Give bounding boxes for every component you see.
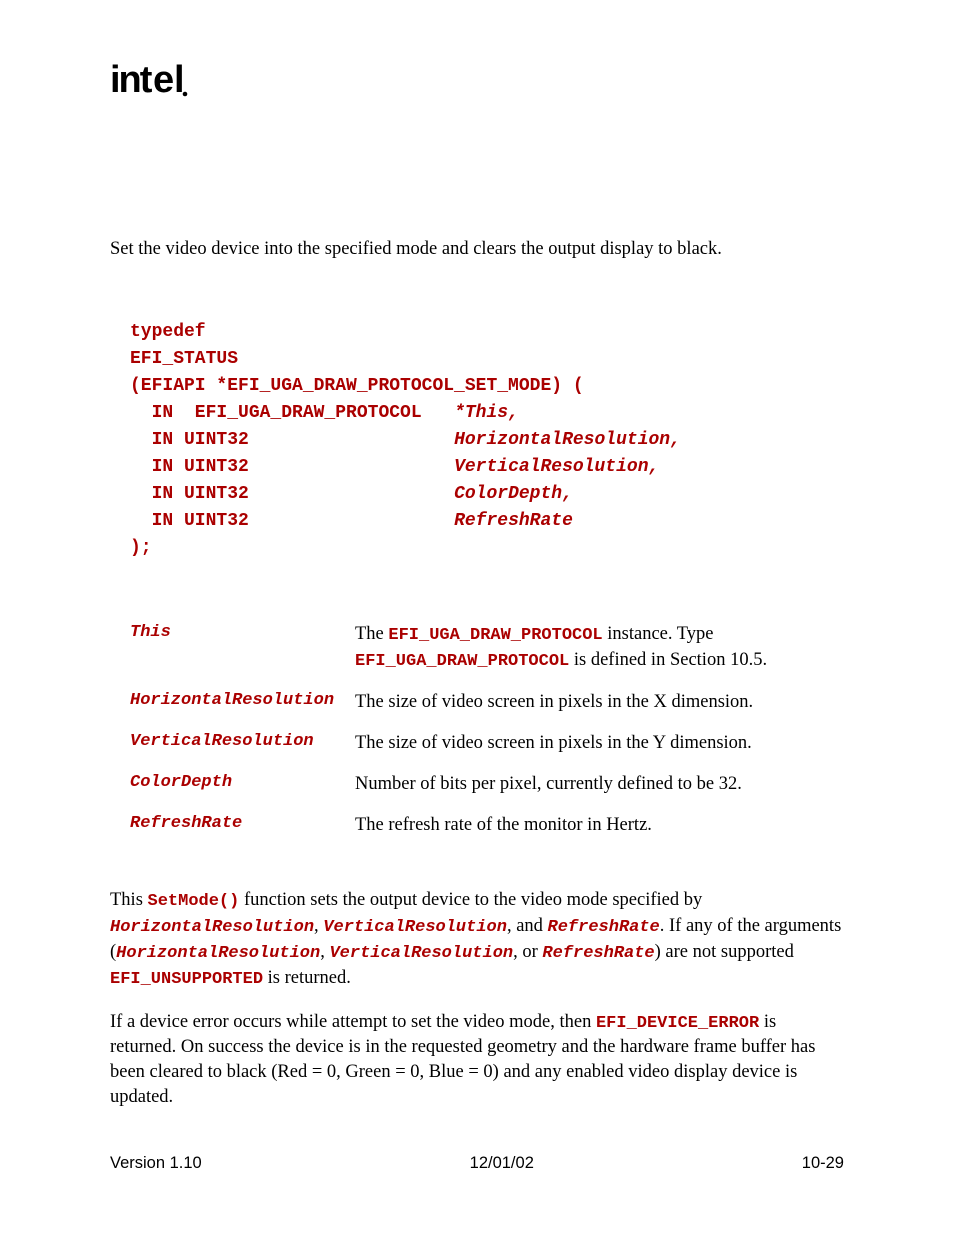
param-row: RefreshRate The refresh rate of the moni… bbox=[130, 813, 844, 838]
param-ref: HorizontalResolution bbox=[116, 944, 320, 963]
param-row: This The EFI_UGA_DRAW_PROTOCOL instance.… bbox=[130, 622, 844, 674]
intel-logo-svg: int e l bbox=[110, 60, 190, 102]
proto-arg: *This, bbox=[454, 403, 519, 423]
param-row: HorizontalResolution The size of video s… bbox=[130, 690, 844, 715]
proto-kw: IN UINT32 bbox=[130, 484, 454, 504]
code-ref: EFI_DEVICE_ERROR bbox=[596, 1014, 759, 1033]
proto-arg: ColorDepth, bbox=[454, 484, 573, 504]
param-name: This bbox=[130, 622, 355, 644]
parameters-block: This The EFI_UGA_DRAW_PROTOCOL instance.… bbox=[130, 622, 844, 838]
param-desc: The EFI_UGA_DRAW_PROTOCOL instance. Type… bbox=[355, 622, 844, 674]
param-name: VerticalResolution bbox=[130, 731, 355, 753]
proto-arg: VerticalResolution, bbox=[454, 457, 659, 477]
param-name: RefreshRate bbox=[130, 813, 355, 835]
proto-line: ); bbox=[130, 538, 152, 558]
code-ref: SetMode() bbox=[148, 892, 240, 911]
description-paragraph: This SetMode() function sets the output … bbox=[110, 888, 844, 992]
page: int e l Set the video device into the sp… bbox=[0, 0, 954, 1235]
description-paragraph: If a device error occurs while attempt t… bbox=[110, 1010, 844, 1111]
proto-kw: IN UINT32 bbox=[130, 430, 454, 450]
proto-arg: RefreshRate bbox=[454, 511, 573, 531]
svg-text:int: int bbox=[110, 60, 153, 101]
code-ref: EFI_UNSUPPORTED bbox=[110, 970, 263, 989]
param-name: HorizontalResolution bbox=[130, 690, 355, 712]
prototype-block: typedef EFI_STATUS (EFIAPI *EFI_UGA_DRAW… bbox=[130, 319, 844, 562]
svg-text:e: e bbox=[153, 60, 173, 101]
param-row: VerticalResolution The size of video scr… bbox=[130, 731, 844, 756]
code-ref: EFI_UGA_DRAW_PROTOCOL bbox=[388, 626, 602, 645]
proto-kw: IN UINT32 bbox=[130, 457, 454, 477]
proto-line: (EFIAPI *EFI_UGA_DRAW_PROTOCOL_SET_MODE)… bbox=[130, 376, 584, 396]
summary-text: Set the video device into the specified … bbox=[110, 237, 844, 261]
param-ref: VerticalResolution bbox=[329, 944, 513, 963]
footer-date: 12/01/02 bbox=[470, 1154, 534, 1173]
param-row: ColorDepth Number of bits per pixel, cur… bbox=[130, 772, 844, 797]
param-ref: RefreshRate bbox=[542, 944, 654, 963]
param-desc: The size of video screen in pixels in th… bbox=[355, 690, 844, 715]
footer-page-number: 10-29 bbox=[802, 1154, 844, 1173]
param-ref: HorizontalResolution bbox=[110, 918, 314, 937]
param-ref: RefreshRate bbox=[548, 918, 660, 937]
param-ref: VerticalResolution bbox=[323, 918, 507, 937]
proto-line: typedef bbox=[130, 322, 206, 342]
proto-kw: IN UINT32 bbox=[130, 511, 454, 531]
param-name: ColorDepth bbox=[130, 772, 355, 794]
code-ref: EFI_UGA_DRAW_PROTOCOL bbox=[355, 652, 569, 671]
param-desc: Number of bits per pixel, currently defi… bbox=[355, 772, 844, 797]
proto-arg: HorizontalResolution, bbox=[454, 430, 681, 450]
param-desc: The size of video screen in pixels in th… bbox=[355, 731, 844, 756]
content: Set the video device into the specified … bbox=[110, 237, 844, 1110]
proto-kw: IN EFI_UGA_DRAW_PROTOCOL bbox=[130, 403, 454, 423]
svg-text:l: l bbox=[174, 60, 183, 101]
param-desc: The refresh rate of the monitor in Hertz… bbox=[355, 813, 844, 838]
footer-version: Version 1.10 bbox=[110, 1154, 202, 1173]
description-block: This SetMode() function sets the output … bbox=[110, 888, 844, 1111]
page-footer: Version 1.10 12/01/02 10-29 bbox=[110, 1154, 844, 1173]
intel-logo: int e l bbox=[110, 60, 190, 108]
proto-line: EFI_STATUS bbox=[130, 349, 238, 369]
